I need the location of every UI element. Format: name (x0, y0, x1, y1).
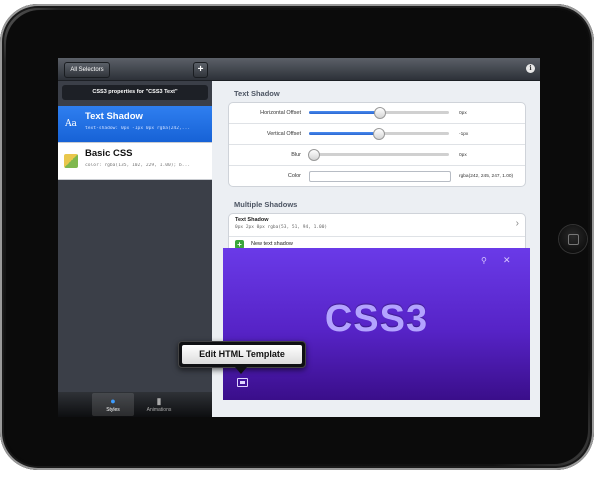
property-cell-basic-css[interactable]: Basic CSS color: rgba(135, 102, 229, 1.0… (58, 143, 212, 180)
row-label: Horizontal Offset (260, 110, 301, 116)
row-value: -1px (459, 131, 469, 137)
home-button[interactable] (559, 225, 587, 253)
home-square-icon (568, 234, 579, 245)
blur-row: Blur 0px (229, 145, 525, 166)
chevron-right-icon: › (515, 218, 519, 229)
cell-title: Basic CSS (85, 148, 133, 159)
vertical-offset-slider[interactable] (309, 128, 449, 140)
cell-subtitle: color: rgba(135, 102, 229, 1.00); b... (85, 163, 191, 168)
color-row: Color rgba(242, 245, 247, 1.00) (229, 166, 525, 186)
slider-knob[interactable] (308, 149, 321, 161)
tab-label: Animations (146, 407, 172, 413)
popover-arrow (235, 367, 247, 374)
globe-icon: ● (110, 396, 116, 406)
left-navbar: All Selectors + (58, 58, 212, 81)
blur-slider[interactable] (308, 149, 449, 161)
preview-panel: ⚲ ✕ CSS3 (223, 248, 530, 400)
property-cell-text-shadow[interactable]: Aa Text Shadow text-shadow: 0px -1px 0px… (58, 106, 212, 143)
horizontal-offset-row: Horizontal Offset 0px (229, 103, 525, 124)
add-icon[interactable]: + (193, 62, 208, 78)
edit-html-template-button[interactable]: Edit HTML Template (182, 345, 302, 364)
horizontal-offset-slider[interactable] (309, 107, 449, 119)
multiple-shadows-section-title: Multiple Shadows (234, 200, 298, 209)
row-label: Vertical Offset (266, 131, 301, 137)
film-icon: ▮ (156, 396, 162, 406)
cell-subtitle: text-shadow: 0px -1px 0px rgba(242,... (85, 126, 191, 131)
shadow-list-item[interactable]: Text Shadow 0px 2px 0px rgba(53, 51, 94,… (229, 214, 525, 237)
shadow-item-title: Text Shadow (235, 217, 269, 223)
cell-title: Text Shadow (85, 111, 143, 122)
shadow-item-value: 0px 2px 0px rgba(53, 51, 94, 1.00) (235, 225, 328, 230)
tab-styles[interactable]: ● Styles (92, 393, 134, 416)
row-value: 0px (459, 110, 467, 116)
collapse-icon[interactable]: ✕ (503, 255, 511, 266)
right-navbar: i (212, 58, 540, 81)
template-icon[interactable] (237, 378, 248, 387)
color-field[interactable] (309, 171, 451, 182)
row-label: Color (287, 173, 301, 179)
slider-fill (309, 111, 379, 114)
text-style-icon: Aa (65, 119, 77, 129)
pin-icon[interactable]: ⚲ (481, 256, 487, 265)
info-icon[interactable]: i (526, 64, 535, 73)
slider-fill (309, 132, 378, 135)
ipad-frame: All Selectors + CSS3 properties for "CSS… (0, 4, 594, 470)
vertical-offset-row: Vertical Offset -1px (229, 124, 525, 145)
basic-css-icon (64, 154, 78, 168)
tab-label: Styles (106, 407, 120, 413)
text-shadow-section-title: Text Shadow (234, 89, 280, 98)
tab-animations[interactable]: ▮ Animations (138, 393, 180, 416)
edit-template-popover: Edit HTML Template (178, 341, 306, 374)
new-shadow-label: New text shadow (251, 241, 293, 247)
row-value: rgba(242, 245, 247, 1.00) (459, 173, 514, 179)
properties-header: CSS3 properties for "CSS3 Text" (62, 85, 208, 100)
tab-bar: ● Styles ▮ Animations (58, 392, 212, 417)
text-shadow-group: Horizontal Offset 0px Vertical Offset -1… (228, 102, 526, 187)
slider-knob[interactable] (372, 128, 385, 140)
screen: All Selectors + CSS3 properties for "CSS… (58, 58, 540, 417)
row-value: 0px (459, 152, 467, 158)
preview-text: CSS3 (324, 298, 429, 340)
row-label: Blur (291, 152, 301, 158)
slider-knob[interactable] (374, 107, 386, 119)
all-selectors-button[interactable]: All Selectors (64, 62, 110, 78)
